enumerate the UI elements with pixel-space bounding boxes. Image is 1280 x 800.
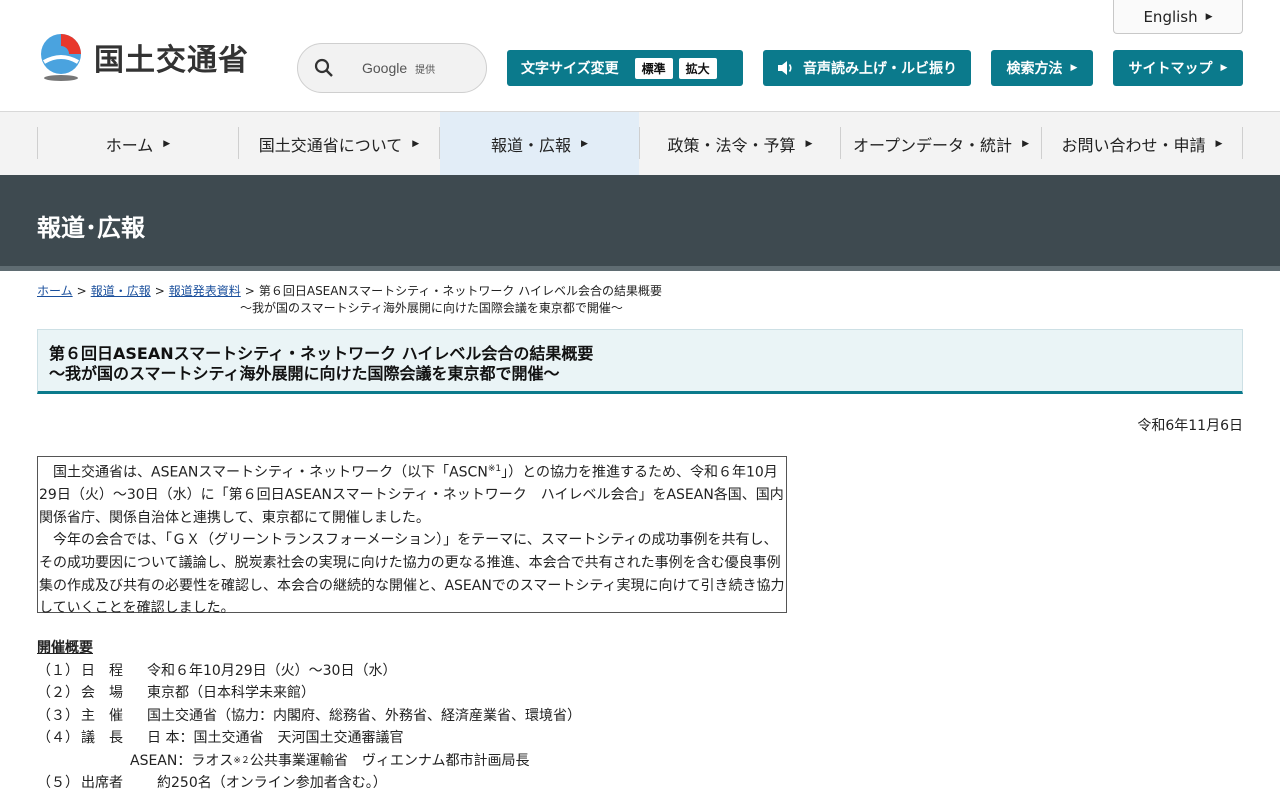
arrow-right-icon: ▶: [1022, 138, 1029, 149]
row-value: 日 本：国土交通省 天河国土交通審議官: [147, 730, 404, 746]
detail-row: （１） 日 程 令和６年10月29日（火）～30日（水）: [37, 660, 581, 683]
arrow-right-icon: ▶: [1205, 11, 1213, 22]
site-logo[interactable]: 国土交通省: [36, 32, 249, 82]
footnote-marker: ※２: [233, 755, 250, 766]
search-icon[interactable]: [314, 58, 334, 78]
page-title: 第６回日ASEANスマートシティ・ネットワーク ハイレベル会合の結果概要 ～我が…: [37, 329, 1243, 394]
detail-row: （４） 議 長 日 本：国土交通省 天河国土交通審議官: [37, 727, 581, 750]
nav-divider: [1242, 127, 1243, 159]
english-button[interactable]: English ▶: [1113, 0, 1243, 34]
row-number: （２）: [37, 685, 79, 701]
row-label: 会 場: [81, 685, 123, 701]
nav-item-label: オープンデータ・統計: [853, 135, 1013, 155]
arrow-right-icon: ▶: [1070, 63, 1078, 73]
nav-item-label: お問い合わせ・申請: [1061, 135, 1206, 155]
breadcrumb-current: 第６回日ASEANスマートシティ・ネットワーク ハイレベル会合の結果概要: [258, 284, 662, 298]
page-title-line2: ～我が国のスマートシティ海外展開に向けた国際会議を東京都で開催～: [49, 364, 560, 383]
provided-label: 提供: [415, 64, 436, 76]
nav-item-press[interactable]: 報道・広報 ▶: [440, 112, 639, 175]
global-nav: ホーム ▶ 国土交通省について ▶ 報道・広報 ▶ 政策・法令・予算 ▶ オープンデータ…: [0, 112, 1280, 175]
row-label: 出席者: [81, 775, 123, 791]
nav-item-label: 国土交通省について: [258, 135, 403, 155]
arrow-right-icon: ▶: [163, 138, 171, 149]
row-value: ASEAN：ラオス: [130, 752, 234, 769]
breadcrumb-current-subtitle: ～我が国のスマートシティ海外展開に向けた国際会議を東京都で開催～: [240, 301, 623, 315]
nav-item-label: 政策・法令・予算: [667, 135, 796, 155]
detail-row: （５） 出席者 約250名（オンライン参加者含む。）: [37, 772, 581, 795]
mlit-logo-icon: [41, 34, 81, 81]
section-title: 開催概要: [37, 640, 93, 656]
row-label: 議 長: [81, 730, 123, 746]
nav-item-about[interactable]: 国土交通省について ▶: [239, 112, 439, 175]
row-number: （１）: [37, 662, 79, 679]
font-size-large-button[interactable]: 拡大: [678, 57, 717, 79]
summary-box: 国土交通省は、ASEANスマートシティ・ネットワーク（以下「ASCN※1」）との…: [37, 456, 787, 616]
english-label: English: [1143, 7, 1198, 26]
banner-title: 報道･広報: [37, 214, 145, 242]
nav-item-home[interactable]: ホーム ▶: [38, 112, 238, 175]
row-number: （４）: [37, 730, 79, 746]
breadcrumb-link-releases[interactable]: 報道発表資料: [169, 284, 241, 298]
row-number: （５）: [37, 775, 79, 791]
font-size-label: 文字サイズ変更: [521, 61, 619, 77]
sitemap-button[interactable]: サイトマップ ▶: [1113, 50, 1243, 86]
voice-ruby-button[interactable]: 音声読み上げ・ルビ振り: [763, 50, 971, 86]
row-number: （３）: [37, 707, 79, 724]
row-value: 令和６年10月29日（火）～30日（水）: [147, 662, 397, 679]
breadcrumb: ホーム > 報道・広報 > 報道発表資料 > 第６回日ASEANスマートシティ・ネットワーク…: [37, 284, 662, 315]
font-size-control: 文字サイズ変更 標準 拡大: [507, 50, 743, 86]
search-method-button[interactable]: 検索方法 ▶: [991, 50, 1093, 86]
arrow-right-icon: ▶: [1215, 138, 1223, 149]
row-label: 日 程: [81, 662, 123, 679]
summary-paragraph-2: 今年の会合では、「ＧＸ（グリーントランスフォーメーション）」をテーマに、スマート…: [39, 532, 785, 617]
event-details: 開催概要 （１） 日 程 令和６年10月29日（火）～30日（水） （２） 会 …: [37, 637, 581, 795]
speaker-icon: [778, 61, 792, 75]
nav-item-policy[interactable]: 政策・法令・予算 ▶: [640, 112, 840, 175]
breadcrumb-link-home[interactable]: ホーム: [37, 284, 73, 298]
detail-row: （２） 会 場 東京都（日本科学未来館）: [37, 682, 581, 705]
publish-date: 令和6年11月6日: [1137, 418, 1243, 434]
nav-item-label: 報道・広報: [491, 135, 572, 155]
row-label: 主 催: [81, 707, 123, 724]
detail-row-asean-chair: ASEAN：ラオス ※２ 公共事業運輸省 ヴィエンナム都市計画局長: [37, 750, 581, 773]
sitemap-label: サイトマップ: [1128, 61, 1213, 77]
row-value: 約250名（オンライン参加者含む。）: [157, 775, 387, 791]
google-label: Google: [362, 60, 408, 76]
arrow-right-icon: ▶: [805, 138, 813, 149]
arrow-right-icon: ▶: [581, 138, 588, 149]
nav-item-contact[interactable]: お問い合わせ・申請 ▶: [1042, 112, 1242, 175]
arrow-right-icon: ▶: [412, 138, 420, 149]
site-header: 国土交通省 English ▶ Google 提供 文字サイズ変更 標準 拡大 …: [0, 0, 1280, 112]
summary-paragraph-1: 国土交通省は、ASEANスマートシティ・ネットワーク（以下「ASCN※1」）との…: [39, 458, 785, 529]
row-value: 国土交通省（協力：内閣府、総務省、外務省、経済産業省、環境省）: [147, 707, 581, 724]
search-box[interactable]: Google 提供: [297, 43, 487, 93]
breadcrumb-link-press[interactable]: 報道・広報: [91, 284, 151, 298]
font-size-standard-button[interactable]: 標準: [634, 57, 673, 79]
row-value: 東京都（日本科学未来館）: [147, 685, 315, 701]
summary-text: 国土交通省は、ASEANスマートシティ・ネットワーク（以下「ASCN: [53, 464, 488, 481]
nav-item-label: ホーム: [105, 135, 154, 155]
logo-text: 国土交通省: [94, 43, 249, 78]
category-banner: 報道･広報: [0, 175, 1280, 271]
nav-item-opendata[interactable]: オープンデータ・統計 ▶: [841, 112, 1041, 175]
arrow-right-icon: ▶: [1220, 63, 1228, 73]
row-value: 公共事業運輸省 ヴィエンナム都市計画局長: [249, 752, 530, 769]
voice-ruby-label: 音声読み上げ・ルビ振り: [803, 61, 957, 77]
footnote-marker: ※1: [487, 464, 502, 474]
page-title-line1: 第６回日ASEANスマートシティ・ネットワーク ハイレベル会合の結果概要: [49, 344, 594, 363]
detail-row: （３） 主 催 国土交通省（協力：内閣府、総務省、外務省、経済産業省、環境省）: [37, 705, 581, 728]
search-method-label: 検索方法: [1006, 61, 1063, 77]
